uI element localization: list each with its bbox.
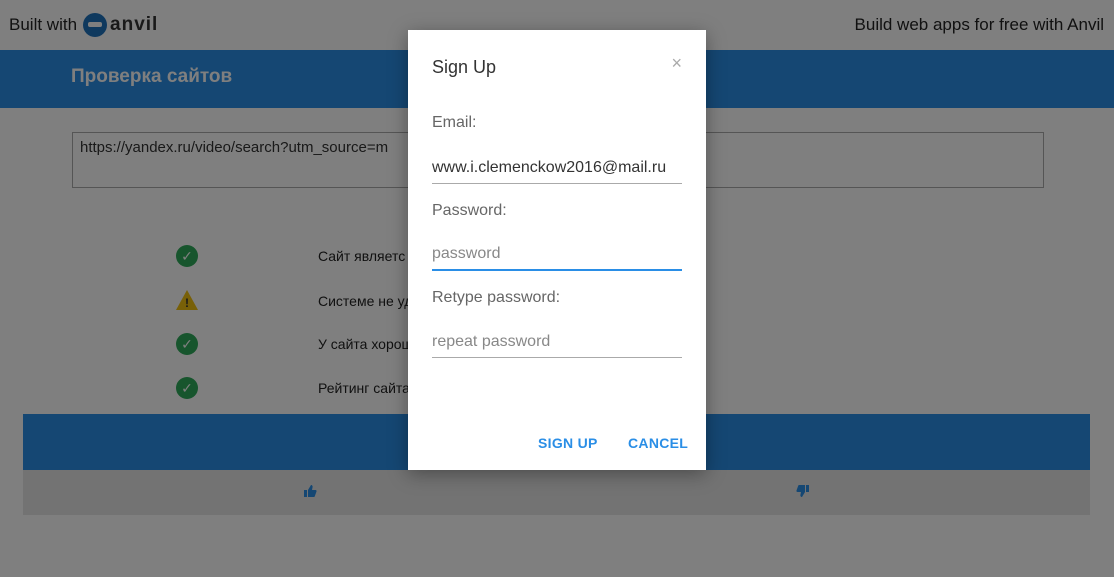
password-label: Password: bbox=[432, 202, 507, 219]
dialog-title: Sign Up bbox=[432, 57, 497, 77]
email-field[interactable] bbox=[432, 153, 682, 184]
sign-up-button[interactable]: SIGN UP bbox=[538, 435, 598, 451]
retype-password-label: Retype password: bbox=[432, 289, 561, 306]
password-field[interactable] bbox=[432, 239, 682, 271]
close-icon[interactable]: × bbox=[671, 53, 682, 74]
cancel-button[interactable]: CANCEL bbox=[628, 435, 688, 451]
email-label: Email: bbox=[432, 114, 477, 131]
retype-password-field[interactable] bbox=[432, 327, 682, 358]
signup-dialog: Sign Up × Email: Password: Retype passwo… bbox=[408, 30, 706, 470]
